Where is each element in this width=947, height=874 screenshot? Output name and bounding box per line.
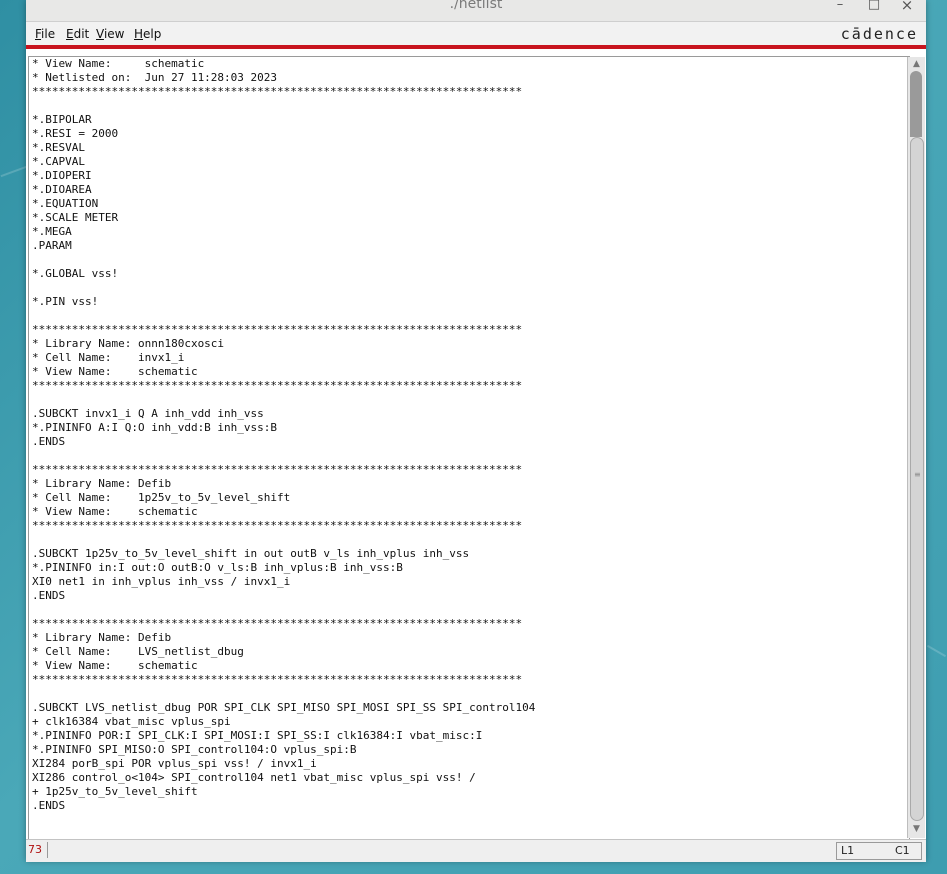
netlist-line (32, 603, 909, 617)
netlist-line (32, 309, 909, 323)
menu-view-label: iew (103, 27, 125, 41)
netlist-line: * Library Name: Defib (32, 477, 172, 490)
netlist-line: * Library Name: onnn180cxosci (32, 337, 225, 350)
netlist-line: *.GLOBAL vss! (32, 267, 119, 280)
netlist-line: ****************************************… (32, 617, 523, 630)
netlist-line: ****************************************… (32, 379, 523, 392)
netlist-line: *.BIPOLAR (32, 113, 92, 126)
menu-help-label: elp (143, 27, 162, 41)
netlist-line: *.PIN vss! (32, 295, 99, 308)
cadence-logo: cādence (840, 25, 918, 43)
menu-edit-mnemonic: E (66, 27, 74, 41)
line-count: 73 (26, 842, 48, 858)
menu-help-mnemonic: H (134, 27, 144, 41)
netlist-line (32, 99, 909, 113)
menu-help[interactable]: Help (134, 27, 161, 41)
netlist-line: * View Name: schematic (32, 659, 198, 672)
netlist-lines: * View Name: schematic * Netlisted on: Ju… (29, 57, 909, 813)
netlist-text-area[interactable]: * View Name: schematic * Netlisted on: Ju… (28, 56, 910, 840)
netlist-line: ****************************************… (32, 463, 523, 476)
netlist-line: *.RESVAL (32, 141, 85, 154)
netlist-line: *.EQUATION (32, 197, 99, 210)
netlist-line: * Library Name: Defib (32, 631, 172, 644)
menu-file[interactable]: File (35, 27, 55, 41)
menu-bar: File Edit View Help cādence (26, 22, 926, 49)
netlist-line: .PARAM (32, 239, 72, 252)
netlist-line: *.PININFO in:I out:O outB:O v_ls:B inh_v… (32, 561, 403, 574)
netlist-window: ./netlist – □ × File Edit View Help cāde… (26, 0, 926, 862)
netlist-line: *.RESI = 2000 (32, 127, 119, 140)
window-title: ./netlist (449, 0, 503, 12)
netlist-line: *.PININFO A:I Q:O inh_vdd:B inh_vss:B (32, 421, 278, 434)
netlist-line: * Netlisted on: Jun 27 11:28:03 2023 (32, 71, 278, 84)
netlist-line: ****************************************… (32, 85, 523, 98)
netlist-line: * View Name: schematic (32, 505, 198, 518)
menu-edit-label: dit (73, 27, 90, 41)
netlist-line: *.DIOPERI (32, 169, 92, 182)
netlist-line: * View Name: schematic (32, 365, 198, 378)
netlist-line: .SUBCKT 1p25v_to_5v_level_shift in out o… (32, 547, 470, 560)
menu-file-label: ile (41, 27, 56, 41)
netlist-line: .ENDS (32, 799, 66, 812)
menu-view[interactable]: View (96, 27, 124, 41)
netlist-line: ****************************************… (32, 323, 523, 336)
menu-view-mnemonic: V (96, 27, 104, 41)
netlist-line (32, 393, 909, 407)
netlist-line: *.PININFO POR:I SPI_CLK:I SPI_MOSI:I SPI… (32, 729, 483, 742)
netlist-line: + clk16384 vbat_misc vplus_spi (32, 715, 231, 728)
netlist-line: XI284 porB_spi POR vplus_spi vss! / invx… (32, 757, 317, 770)
minimize-icon[interactable]: – (832, 0, 848, 14)
cursor-column: C1 (895, 844, 910, 857)
close-icon[interactable]: × (899, 0, 915, 14)
netlist-line (32, 253, 909, 267)
netlist-line: *.CAPVAL (32, 155, 85, 168)
netlist-line: ****************************************… (32, 519, 523, 532)
netlist-line: *.DIOAREA (32, 183, 92, 196)
vertical-scrollbar[interactable]: ▲ ≡ ▼ (907, 57, 925, 838)
scrollbar-track-highlight (910, 71, 922, 137)
netlist-line: .SUBCKT invx1_i Q A inh_vdd inh_vss (32, 407, 264, 420)
netlist-line (32, 533, 909, 547)
desktop-decoration (926, 644, 947, 658)
netlist-line: XI0 net1 in inh_vplus inh_vss / invx1_i (32, 575, 291, 588)
scroll-down-icon[interactable]: ▼ (910, 824, 923, 835)
cursor-position: L1 C1 (836, 842, 922, 860)
cursor-line: L1 (841, 844, 855, 857)
menu-edit[interactable]: Edit (66, 27, 89, 41)
scrollbar-thumb[interactable]: ≡ (910, 137, 924, 821)
netlist-line: .SUBCKT LVS_netlist_dbug POR SPI_CLK SPI… (32, 701, 536, 714)
netlist-line: XI286 control_o<104> SPI_control104 net1… (32, 771, 476, 784)
title-bar[interactable]: ./netlist – □ × (26, 0, 926, 22)
netlist-line (32, 281, 909, 295)
scroll-up-icon[interactable]: ▲ (910, 59, 923, 70)
netlist-line: *.SCALE METER (32, 211, 119, 224)
netlist-line: ****************************************… (32, 673, 523, 686)
netlist-line: * Cell Name: LVS_netlist_dbug (32, 645, 244, 658)
netlist-line: *.MEGA (32, 225, 72, 238)
netlist-line: .ENDS (32, 435, 66, 448)
netlist-line: .ENDS (32, 589, 66, 602)
netlist-line: * View Name: schematic (32, 57, 205, 70)
netlist-line: * Cell Name: 1p25v_to_5v_level_shift (32, 491, 291, 504)
netlist-line (32, 449, 909, 463)
maximize-icon[interactable]: □ (866, 0, 882, 14)
status-bar: 73 L1 C1 (26, 839, 926, 862)
grip-icon: ≡ (914, 470, 921, 479)
netlist-line (32, 687, 909, 701)
netlist-line: + 1p25v_to_5v_level_shift (32, 785, 198, 798)
netlist-line: * Cell Name: invx1_i (32, 351, 185, 364)
netlist-line: *.PININFO SPI_MISO:O SPI_control104:O vp… (32, 743, 357, 756)
